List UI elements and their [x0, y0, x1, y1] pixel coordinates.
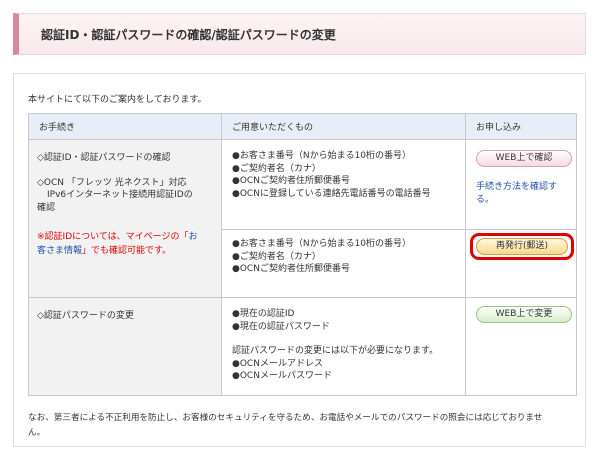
- procedure-item: IPv6インターネット接続用認証IDの: [47, 190, 193, 200]
- web-change-button[interactable]: WEB上で変更: [476, 306, 572, 323]
- footer-note: なお、第三者による不正利用を防止し、お客様のセキュリティを守るため、お電話やメー…: [28, 411, 576, 441]
- procedure-table: お手続き ご用意いただくもの お申し込み ◇認証ID・認証パスワードの確認 ◇O…: [28, 113, 577, 396]
- list-item: ●ご契約者名（カナ）: [232, 163, 321, 174]
- col-header-application: お申し込み: [465, 113, 577, 140]
- mypage-note-link[interactable]: 客さま情報: [37, 246, 82, 256]
- web-confirm-button[interactable]: WEB上で確認: [476, 150, 572, 167]
- list-item: ●現在の認証ID: [232, 309, 295, 319]
- col-header-procedure: お手続き: [28, 113, 222, 140]
- footer-line: ん。: [28, 428, 46, 438]
- change-note: 認証パスワードの変更には以下が必要になります。: [232, 346, 439, 356]
- requirements-cell-change: ●現在の認証ID ●現在の認証パスワード 認証パスワードの変更には以下が必要にな…: [221, 297, 466, 396]
- procedure-item: ◇認証パスワードの変更: [37, 311, 134, 321]
- reissue-mail-button[interactable]: 再発行(郵送): [476, 238, 568, 255]
- mypage-note-link[interactable]: お: [189, 232, 198, 242]
- application-cell-change: WEB上で変更: [465, 297, 577, 396]
- list-item: ●お客さま番号（Nから始まる10桁の番号）: [232, 239, 412, 249]
- mypage-note: ※認証IDについては、マイページの「お 客さま情報」でも確認可能です。: [37, 232, 198, 256]
- col-header-requirements: ご用意いただくもの: [221, 113, 466, 140]
- procedure-item: 確認: [37, 202, 56, 213]
- table-row: ◇認証パスワードの変更 ●現在の認証ID ●現在の認証パスワード 認証パスワード…: [28, 297, 577, 396]
- procedure-item: ◇OCN 「フレッツ 光ネクスト」対応: [37, 177, 187, 188]
- requirements-cell-mail: ●お客さま番号（Nから始まる10桁の番号） ●ご契約者名（カナ） ●OCNご契約…: [221, 229, 466, 298]
- procedure-help-link[interactable]: 手続き方法を確認す る。: [472, 181, 572, 207]
- page-title: 認証ID・認証パスワードの確認/認証パスワードの変更: [41, 28, 336, 42]
- table-header-row: お手続き ご用意いただくもの お申し込み: [28, 113, 577, 140]
- content-panel: 本サイトにて以下のご案内をしております。 お手続き ご用意いただくもの お申し込…: [13, 73, 586, 447]
- list-item: ●OCNに登録している連絡先電話番号の電話番号: [232, 188, 431, 199]
- procedure-cell-change: ◇認証パスワードの変更: [28, 297, 222, 396]
- requirements-cell-web: ●お客さま番号（Nから始まる10桁の番号） ●ご契約者名（カナ） ●OCNご契約…: [221, 139, 466, 230]
- page-header: 認証ID・認証パスワードの確認/認証パスワードの変更: [13, 13, 586, 55]
- list-item: ●現在の認証パスワード: [232, 321, 330, 332]
- reissue-highlight: 再発行(郵送): [470, 233, 574, 260]
- list-item: ●OCNご契約者住所郵便番号: [232, 264, 350, 274]
- list-item: ●OCNメールパスワード: [232, 371, 332, 381]
- table-row: ◇認証ID・認証パスワードの確認 ◇OCN 「フレッツ 光ネクスト」対応 IPv…: [28, 139, 577, 298]
- procedure-item: ◇認証ID・認証パスワードの確認: [37, 153, 171, 163]
- intro-text: 本サイトにて以下のご案内をしております。: [28, 95, 207, 105]
- list-item: ●OCNご契約者住所郵便番号: [232, 176, 350, 186]
- footer-line: なお、第三者による不正利用を防止し、お客様のセキュリティを守るため、お電話やメー…: [28, 413, 543, 423]
- application-cell-mail: 再発行(郵送): [465, 229, 577, 298]
- list-item: ●お客さま番号（Nから始まる10桁の番号）: [232, 151, 412, 161]
- list-item: ●ご契約者名（カナ）: [232, 251, 321, 262]
- application-cell-web: WEB上で確認 手続き方法を確認す る。: [465, 139, 577, 230]
- list-item: ●OCNメールアドレス: [232, 358, 323, 369]
- procedure-cell-confirm: ◇認証ID・認証パスワードの確認 ◇OCN 「フレッツ 光ネクスト」対応 IPv…: [28, 139, 222, 298]
